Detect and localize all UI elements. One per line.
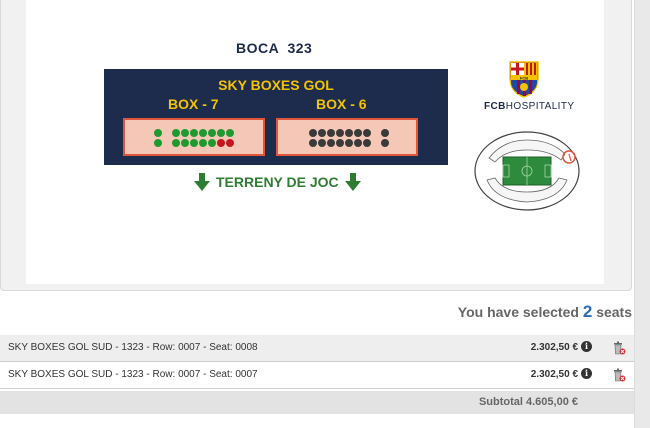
box-7[interactable] [123,118,265,156]
seat-green[interactable] [154,129,162,137]
field-direction: TERRENY DE JOC [194,171,361,193]
table-row: SKY BOXES GOL SUD - 1323 - Row: 0007 - S… [0,362,634,389]
seat-dark[interactable] [381,139,389,147]
seat-green[interactable] [226,129,234,137]
seat-green[interactable] [172,129,180,137]
seat-dark[interactable] [363,129,371,137]
seat-green[interactable] [208,129,216,137]
seat-dark[interactable] [318,129,326,137]
box-6[interactable] [276,118,418,156]
info-icon[interactable]: i [581,368,592,379]
seat-price: 2.302,50 € [530,342,578,353]
seat-dark[interactable] [345,139,353,147]
subtotal: Subtotal 4.605,00 € [478,396,578,408]
scrollbar[interactable] [634,0,650,428]
info-icon[interactable]: i [581,341,592,352]
seat-description: SKY BOXES GOL SUD - 1323 - Row: 0007 - S… [8,369,258,380]
selected-count: 2 [582,302,593,321]
box-7-label: BOX - 7 [168,96,219,112]
brand-name: FCBHOSPITALITY [484,101,575,112]
seat-green[interactable] [199,139,207,147]
seat-green[interactable] [181,129,189,137]
seat-price: 2.302,50 € [530,369,578,380]
arrow-down-icon [194,173,210,191]
seat-map-panel: BOCA 323 SKY BOXES GOL BOX - 7 BOX - 6 T… [26,0,604,284]
seat-green[interactable] [190,139,198,147]
trash-icon[interactable] [612,367,626,383]
seat-green[interactable] [154,139,162,147]
seat-dark[interactable] [345,129,353,137]
seat-dark[interactable] [336,139,344,147]
seat-dark[interactable] [354,129,362,137]
trash-icon[interactable] [612,340,626,356]
fcb-crest-icon: FCB [509,61,539,98]
seat-dark[interactable] [327,129,335,137]
sky-boxes-panel: SKY BOXES GOL BOX - 7 BOX - 6 [104,69,448,165]
seat-dark[interactable] [309,129,317,137]
section-title: SKY BOXES GOL [218,77,334,93]
selected-seats-count: You have selected 2 seats [457,302,632,321]
seat-green[interactable] [190,129,198,137]
seat-dark[interactable] [336,129,344,137]
seat-dark[interactable] [354,139,362,147]
seat-description: SKY BOXES GOL SUD - 1323 - Row: 0007 - S… [8,342,258,353]
seat-green[interactable] [208,139,216,147]
svg-text:FCB: FCB [520,75,528,80]
seat-green[interactable] [172,139,180,147]
subtotal-bar: Subtotal 4.605,00 € [0,391,634,414]
table-row: SKY BOXES GOL SUD - 1323 - Row: 0007 - S… [0,335,634,362]
fcb-hospitality-logo: FCB FCBHOSPITALITY [482,58,574,114]
seat-red[interactable] [226,139,234,147]
seat-dark[interactable] [327,139,335,147]
seat-green[interactable] [217,129,225,137]
seat-green[interactable] [181,139,189,147]
seat-dark[interactable] [381,129,389,137]
stadium-icon [474,131,580,211]
selected-seats-table: SKY BOXES GOL SUD - 1323 - Row: 0007 - S… [0,335,634,389]
boca-title: BOCA 323 [236,40,313,56]
seat-red[interactable] [217,139,225,147]
seat-dark[interactable] [318,139,326,147]
arrow-down-icon [344,173,361,191]
seat-green[interactable] [199,129,207,137]
seat-dark[interactable] [363,139,371,147]
field-label: TERRENY DE JOC [216,174,339,190]
box-6-label: BOX - 6 [316,96,367,112]
seat-dark[interactable] [309,139,317,147]
